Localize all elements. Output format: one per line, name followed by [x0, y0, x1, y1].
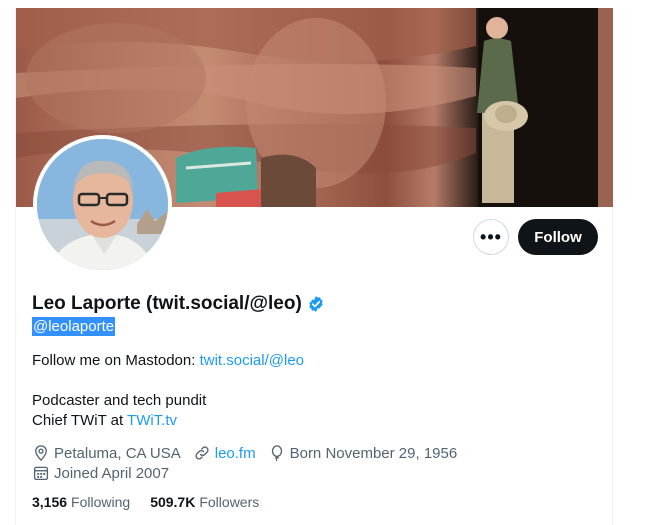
followers-count: 509.7K	[150, 494, 196, 510]
profile-joined-row: Joined April 2007	[32, 464, 181, 482]
joined-text: Joined April 2007	[54, 464, 170, 482]
follow-button-label: Follow	[534, 228, 582, 246]
followers-label: Followers	[199, 494, 260, 510]
profile-handle[interactable]: @leolaporte	[32, 317, 116, 336]
profile-card: ••• Follow Leo Laporte (twit.social/@leo…	[15, 8, 613, 525]
twit-link[interactable]: TWiT.tv	[127, 412, 177, 429]
mastodon-link[interactable]: twit.social/@leo	[200, 352, 304, 369]
more-options-button[interactable]: •••	[473, 219, 509, 255]
display-name: Leo Laporte (twit.social/@leo)	[32, 293, 302, 314]
location: Petaluma, CA USA	[32, 444, 181, 462]
location-text: Petaluma, CA USA	[54, 444, 181, 462]
bio-line-chief: Chief TWiT at TWiT.tv	[32, 411, 177, 431]
location-pin-icon	[35, 445, 47, 462]
follow-button[interactable]: Follow	[518, 219, 598, 255]
bio-line-description: Podcaster and tech pundit	[32, 392, 207, 409]
website: leo.fm	[193, 444, 256, 462]
profile-meta-row: Petaluma, CA USA leo.fm Born November 29…	[32, 444, 469, 462]
more-dots-icon: •••	[480, 226, 502, 247]
verified-badge-icon[interactable]	[307, 295, 325, 313]
bio-text: Follow me on Mastodon:	[32, 352, 200, 369]
avatar-image	[37, 139, 168, 270]
joined: Joined April 2007	[32, 464, 169, 482]
avatar[interactable]	[33, 135, 172, 274]
following-label: Following	[71, 494, 131, 510]
display-name-row: Leo Laporte (twit.social/@leo)	[32, 293, 325, 315]
following-stat[interactable]: 3,156 Following	[32, 494, 130, 510]
link-icon	[195, 446, 209, 460]
bio-text: Chief TWiT at	[32, 412, 128, 429]
website-link[interactable]: leo.fm	[215, 445, 256, 462]
following-count: 3,156	[32, 494, 68, 510]
follow-stats: 3,156 Following 509.7K Followers	[32, 494, 259, 510]
balloon-icon	[271, 445, 282, 462]
birthday: Born November 29, 1956	[268, 444, 458, 462]
birthday-text: Born November 29, 1956	[289, 444, 458, 462]
followers-stat[interactable]: 509.7K Followers	[150, 494, 259, 510]
calendar-icon	[33, 466, 49, 481]
bio-line-mastodon: Follow me on Mastodon: twit.social/@leo	[32, 351, 304, 371]
